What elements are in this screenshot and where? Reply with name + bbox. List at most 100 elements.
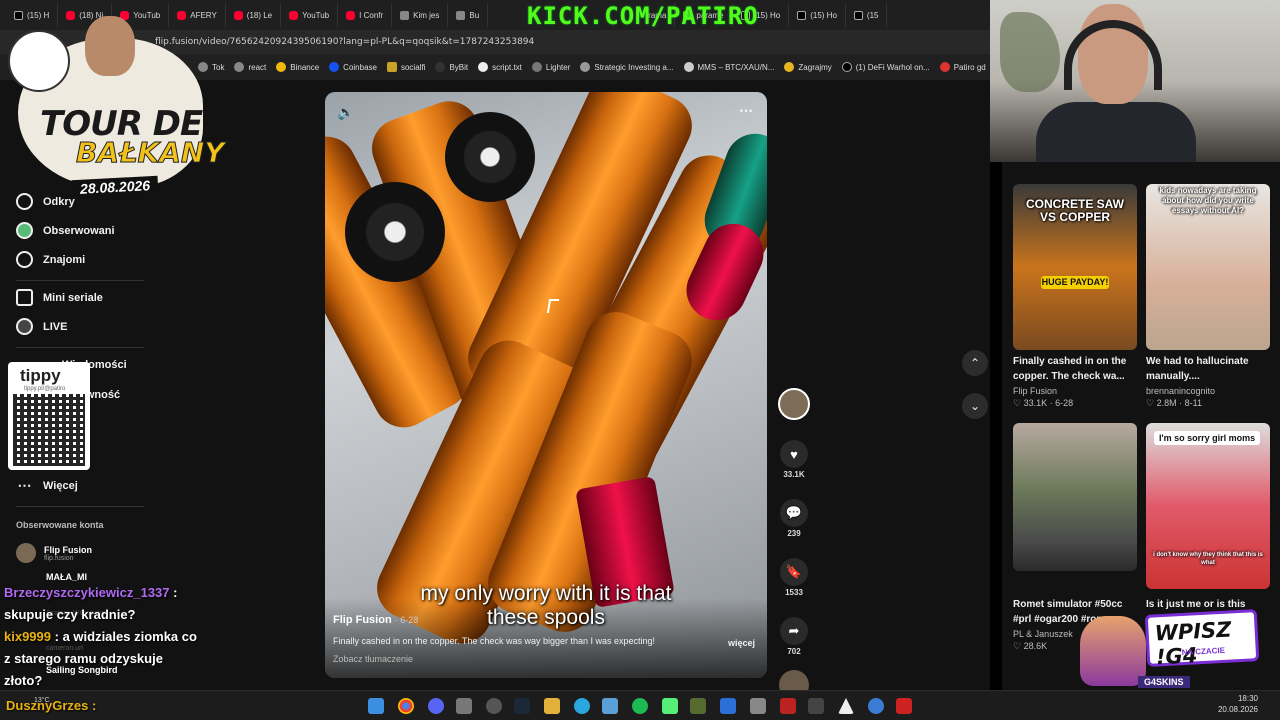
more-link[interactable]: więcej <box>728 638 755 648</box>
app-icon[interactable] <box>690 698 706 714</box>
video-card[interactable]: CONCRETE SAW VS COPPER HUGE PAYDAY! Fina… <box>1013 184 1137 409</box>
video-author[interactable]: Flip Fusion · 6-28 <box>333 614 418 626</box>
bookmark[interactable]: (1) DeFi Warhol on... <box>841 62 930 72</box>
save-button[interactable]: 🔖 <box>780 558 808 586</box>
bookmark[interactable]: react <box>234 62 266 72</box>
card-likes: 33.1K <box>1023 398 1048 408</box>
app-icon[interactable] <box>868 698 884 714</box>
bookmark[interactable]: MMS – BTC/XAU/N... <box>683 62 774 72</box>
app-icon[interactable] <box>662 698 678 714</box>
card-title[interactable]: We had to hallucinate manually.... <box>1146 354 1270 384</box>
bookmark[interactable]: script.txt <box>478 62 522 72</box>
sidebar-item-more[interactable]: ⋯ Więcej <box>16 477 78 494</box>
bookmark[interactable]: Binance <box>276 62 319 72</box>
video-thumbnail[interactable]: I'm so sorry girl moms i don't know why … <box>1146 423 1270 589</box>
volume-icon[interactable]: 🔈 <box>337 104 354 121</box>
start-icon[interactable] <box>368 698 384 714</box>
app-icon[interactable] <box>780 698 796 714</box>
loading-icon <box>580 62 591 72</box>
followed-account[interactable]: Flip Fusion flip.fusion <box>16 543 92 563</box>
browser-tab[interactable]: (15 <box>846 3 888 27</box>
bookmark-label: Binance <box>290 62 320 72</box>
browser-tab[interactable]: YouTub <box>281 3 339 27</box>
bookmark-label: Patiro gd <box>953 62 986 72</box>
tour-date: 28.08.2026 <box>71 175 159 199</box>
steam-icon[interactable] <box>514 698 530 714</box>
browser-tab[interactable]: (15) Ho <box>789 3 846 27</box>
card-meta: ♡ 33.1K · 6-28 <box>1013 398 1074 408</box>
app-icon[interactable] <box>720 698 736 714</box>
globe-icon <box>683 62 694 72</box>
video-card[interactable]: kids nowadays are taking about how did y… <box>1146 184 1270 409</box>
author-name[interactable]: Flip Fusion <box>333 614 392 626</box>
video-card[interactable]: I'm so sorry girl moms i don't know why … <box>1146 423 1270 612</box>
bookmark[interactable]: Zagrajmy <box>784 62 832 72</box>
more-options-icon[interactable]: ⋯ <box>739 102 753 119</box>
browser-tab[interactable]: I Confr <box>338 3 393 27</box>
app-icon[interactable] <box>602 698 618 714</box>
sidebar-item-live[interactable]: LIVE <box>16 318 67 335</box>
obs-icon[interactable] <box>486 698 502 714</box>
promo-text: WPISZ !G4 <box>1154 617 1232 670</box>
like-count: 33.1K <box>783 470 805 479</box>
next-video-button[interactable]: ⌄ <box>962 393 988 419</box>
chat-username: DusznyGrzes : <box>6 698 97 713</box>
system-clock[interactable]: 18:30 20.08.2026 <box>1218 693 1258 715</box>
chat-username: kix9999 <box>4 629 51 644</box>
bookmark-icon: 🔖 <box>785 564 803 579</box>
previous-video-button[interactable]: ⌃ <box>962 350 988 376</box>
share-button[interactable]: ➦ <box>780 617 808 645</box>
sidebar-item-following[interactable]: Obserwowani <box>16 222 115 239</box>
bookmark[interactable]: socialfi <box>386 62 426 72</box>
creator-avatar[interactable] <box>778 388 810 420</box>
thumbnail-text: kids nowadays are taking about how did y… <box>1159 186 1257 215</box>
compass-rose-icon <box>8 30 70 92</box>
save-count: 1533 <box>785 588 803 597</box>
video-thumbnail[interactable] <box>1013 423 1137 571</box>
browser-tab[interactable]: Bu <box>448 3 489 27</box>
bookmark-label: socialfi <box>400 62 426 72</box>
spotify-icon[interactable] <box>632 698 648 714</box>
followed-account[interactable]: MAŁA_MI <box>46 572 87 582</box>
folder-icon[interactable] <box>544 698 560 714</box>
browser-tab[interactable]: (18) Le <box>226 3 282 27</box>
page-icon <box>456 10 466 20</box>
account-handle: flip.fusion <box>44 554 74 562</box>
discord-icon[interactable] <box>428 698 444 714</box>
followed-accounts-heading: Obserwowane konta <box>16 520 104 530</box>
comment-button[interactable]: 💬 <box>780 499 808 527</box>
app-icon[interactable] <box>574 698 590 714</box>
card-title[interactable]: Finally cashed in on the copper. The che… <box>1013 354 1137 384</box>
video-player[interactable]: 🔈 ⋯ my only worry with it is that these … <box>325 92 767 678</box>
chrome-icon[interactable] <box>398 698 414 714</box>
browser-tab[interactable]: Kim jes <box>392 3 449 27</box>
tippy-url: tippy.pl/@patiro <box>24 386 66 392</box>
bookmark[interactable]: Patiro gd <box>939 62 986 72</box>
bookmark[interactable]: ByBit <box>435 62 468 72</box>
app-icon[interactable] <box>808 698 824 714</box>
lighter-icon <box>531 62 542 72</box>
chat-text: skupuje czy kradnie? <box>4 607 136 622</box>
card-author[interactable]: brennanincognito <box>1146 386 1270 396</box>
card-author[interactable]: Flip Fusion <box>1013 386 1137 396</box>
bookmark[interactable]: Coinbase <box>329 62 377 72</box>
sidebar-item-friends[interactable]: Znajomi <box>16 251 85 268</box>
bookmark[interactable]: Lighter <box>531 62 571 72</box>
bookmark-label: Coinbase <box>343 62 377 72</box>
video-thumbnail[interactable]: CONCRETE SAW VS COPPER HUGE PAYDAY! <box>1013 184 1137 350</box>
app-icon[interactable] <box>456 698 472 714</box>
app-icon[interactable] <box>838 698 854 714</box>
bookmark[interactable]: Strategic Investing a... <box>580 62 674 72</box>
thumbnail-text: CONCRETE SAW VS COPPER <box>1025 197 1124 224</box>
sidebar-item-mini-series[interactable]: Mini seriale <box>16 289 103 306</box>
headphones-icon <box>1064 20 1162 90</box>
bookmark-label: Lighter <box>545 62 571 72</box>
youtube-icon <box>346 10 356 20</box>
app-icon[interactable] <box>896 698 912 714</box>
app-icon[interactable] <box>750 698 766 714</box>
thumbnail-badge: HUGE PAYDAY! <box>1041 276 1109 289</box>
like-button[interactable]: ♥ <box>780 440 808 468</box>
video-thumbnail[interactable]: kids nowadays are taking about how did y… <box>1146 184 1270 350</box>
translate-link[interactable]: Zobacz tłumaczenie <box>333 654 413 664</box>
card-date: 8-11 <box>1184 398 1202 408</box>
